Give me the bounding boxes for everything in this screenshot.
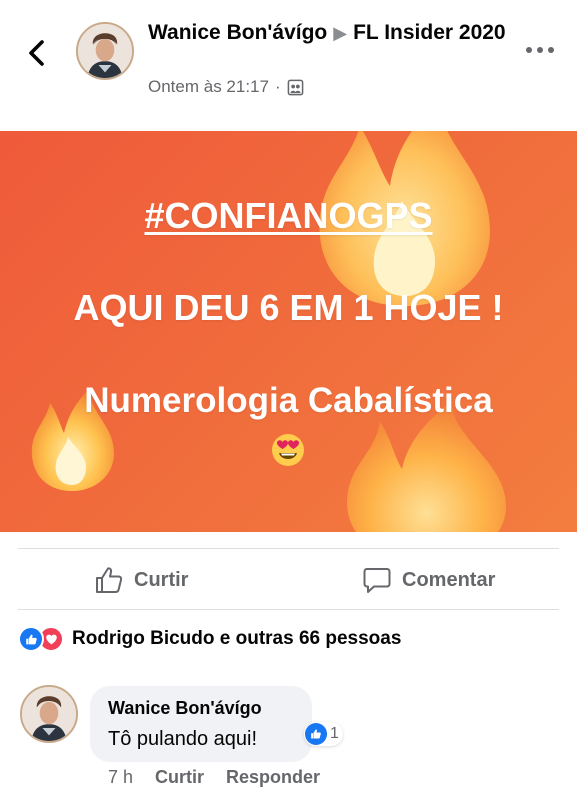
comment-reaction-count: 1	[330, 725, 339, 742]
group-audience-icon	[287, 79, 303, 95]
meta-separator: ·	[274, 77, 281, 96]
author-name[interactable]: Wanice Bon'ávígo	[148, 21, 327, 44]
post-subheadline: Numerologia Cabalística	[84, 381, 493, 420]
comment-button[interactable]: Comentar	[362, 562, 495, 598]
comment-author[interactable]: Wanice Bon'ávígo	[108, 698, 262, 719]
comment-reaction-badge[interactable]: 1	[304, 722, 343, 746]
more-options-button[interactable]	[524, 42, 556, 58]
divider-top	[18, 548, 559, 549]
comment-reply-button[interactable]: Responder	[226, 767, 320, 788]
more-dots-icon	[526, 47, 554, 53]
avatar-photo	[78, 24, 132, 78]
divider-bottom	[18, 609, 559, 610]
group-name[interactable]: FL Insider 2020	[353, 21, 506, 44]
comment-text: Tô pulando aqui!	[108, 728, 258, 750]
arrow-icon: ▶	[333, 23, 348, 43]
post-page: Wanice Bon'ávígo ▶ FL Insider 2020 Ontem à…	[0, 0, 577, 800]
like-button[interactable]: Curtir	[94, 562, 188, 598]
reactions-text: Rodrigo Bicudo e outras 66 pessoas	[72, 628, 402, 649]
like-reaction-icon	[305, 723, 327, 745]
post-image[interactable]: #CONFIANOGPS AQUI DEU 6 EM 1 HOJE ! Nume…	[0, 131, 577, 532]
chevron-left-icon	[29, 40, 44, 66]
back-button[interactable]	[22, 36, 52, 70]
comment-bubble[interactable]: Wanice Bon'ávígo Tô pulando aqui!	[90, 686, 312, 762]
post-meta: Ontem às 21:17 ·	[148, 77, 304, 97]
post-title: Wanice Bon'ávígo ▶ FL Insider 2020	[148, 20, 508, 46]
post-headline: AQUI DEU 6 EM 1 HOJE !	[73, 287, 504, 328]
like-label: Curtir	[134, 568, 189, 591]
avatar-photo	[22, 687, 76, 741]
post-hashtag[interactable]: #CONFIANOGPS	[0, 195, 577, 237]
comment-time: 7 h	[108, 767, 134, 787]
author-avatar[interactable]	[76, 22, 134, 80]
comment-bubble-icon	[363, 568, 391, 593]
post-header: Wanice Bon'ávígo ▶ FL Insider 2020 Ontem à…	[0, 0, 577, 118]
comment-label: Comentar	[402, 568, 496, 591]
thumbs-up-icon	[96, 567, 123, 593]
like-reaction-icon	[18, 626, 44, 652]
comment-actions: 7 h Curtir Responder	[108, 767, 320, 788]
reactions-summary[interactable]: Rodrigo Bicudo e outras 66 pessoas	[18, 626, 401, 652]
post-timestamp[interactable]: Ontem às 21:17	[148, 77, 269, 97]
commenter-avatar[interactable]	[20, 685, 78, 743]
heart-eyes-emoji-icon	[272, 434, 304, 466]
comment-like-button[interactable]: Curtir	[155, 767, 204, 788]
